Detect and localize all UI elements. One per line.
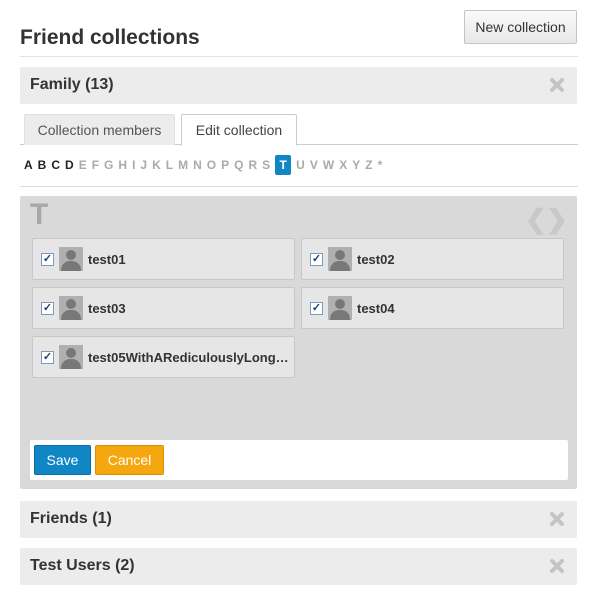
alphabet-letter-c[interactable]: C <box>51 158 60 172</box>
member-item[interactable]: ✓ test04 <box>301 287 564 329</box>
new-collection-button[interactable]: New collection <box>464 10 577 44</box>
alphabet-letter-d[interactable]: D <box>65 158 74 172</box>
save-button[interactable]: Save <box>34 445 91 475</box>
alphabet-letter-z[interactable]: Z <box>365 158 372 172</box>
checkbox-icon[interactable]: ✓ <box>310 302 323 315</box>
member-name: test03 <box>88 301 126 316</box>
checkbox-icon[interactable]: ✓ <box>41 351 54 364</box>
member-item[interactable]: ✓ test03 <box>32 287 295 329</box>
checkbox-icon[interactable]: ✓ <box>41 253 54 266</box>
member-name: test02 <box>357 252 395 267</box>
tab-edit-collection[interactable]: Edit collection <box>181 114 297 146</box>
action-bar: Save Cancel <box>30 440 568 480</box>
member-name: test01 <box>88 252 126 267</box>
checkbox-icon[interactable]: ✓ <box>41 302 54 315</box>
alphabet-letter-v[interactable]: V <box>310 158 318 172</box>
tab-collection-members[interactable]: Collection members <box>24 114 175 145</box>
checkbox-icon[interactable]: ✓ <box>310 253 323 266</box>
alphabet-letter-q[interactable]: Q <box>234 158 243 172</box>
alphabet-letter-all[interactable]: * <box>378 158 383 172</box>
prev-page-icon[interactable]: ❮ <box>525 204 547 235</box>
collection-tabs: Collection members Edit collection <box>20 113 578 146</box>
alphabet-letter-t[interactable]: T <box>275 155 292 175</box>
alphabet-letter-x[interactable]: X <box>339 158 347 172</box>
member-name: test04 <box>357 301 395 316</box>
member-name: test05WithARediculouslyLong… <box>88 350 289 365</box>
collection-name: Friends (1) <box>30 510 112 527</box>
alphabet-letter-f[interactable]: F <box>92 158 99 172</box>
alphabet-letter-a[interactable]: A <box>24 158 33 172</box>
alphabet-letter-s[interactable]: S <box>262 158 270 172</box>
alphabet-letter-o[interactable]: O <box>207 158 216 172</box>
user-avatar-icon <box>328 296 352 320</box>
title-divider <box>20 56 578 57</box>
alphabet-letter-g[interactable]: G <box>104 158 113 172</box>
edit-collection-panel: T ❮ ❯ ✓ test01 ✓ test02 ✓ test03 ✓ test0… <box>20 196 577 489</box>
alphabet-letter-r[interactable]: R <box>248 158 257 172</box>
alphabet-letter-b[interactable]: B <box>38 158 47 172</box>
alphabet-letter-m[interactable]: M <box>178 158 188 172</box>
collection-header-family[interactable]: Family (13) <box>20 67 577 104</box>
alphabet-letter-h[interactable]: H <box>118 158 127 172</box>
alphabet-letter-w[interactable]: W <box>323 158 334 172</box>
alphabet-filter: A B C D E F G H I J K L M N O P Q R S T U V W X Y Z * <box>24 155 387 175</box>
collection-header-friends[interactable]: Friends (1) <box>20 501 577 538</box>
alphabet-letter-l[interactable]: L <box>166 158 173 172</box>
alphabet-letter-u[interactable]: U <box>296 158 305 172</box>
collection-header-test-users[interactable]: Test Users (2) <box>20 548 577 585</box>
next-page-icon[interactable]: ❯ <box>546 204 568 235</box>
user-avatar-icon <box>59 296 83 320</box>
member-item[interactable]: ✓ test01 <box>32 238 295 280</box>
user-avatar-icon <box>59 345 83 369</box>
cancel-button[interactable]: Cancel <box>95 445 164 475</box>
collection-name: Test Users (2) <box>30 557 135 574</box>
alphabet-letter-k[interactable]: K <box>152 158 161 172</box>
close-icon[interactable] <box>549 77 565 93</box>
close-icon[interactable] <box>549 558 565 574</box>
alphabet-letter-n[interactable]: N <box>193 158 202 172</box>
alphabet-letter-j[interactable]: J <box>140 158 147 172</box>
member-item[interactable]: ✓ test05WithARediculouslyLong… <box>32 336 295 378</box>
page-title: Friend collections <box>20 26 200 49</box>
member-item[interactable]: ✓ test02 <box>301 238 564 280</box>
user-avatar-icon <box>328 247 352 271</box>
alphabet-letter-e[interactable]: E <box>79 158 87 172</box>
alphabet-letter-p[interactable]: P <box>221 158 229 172</box>
alphabet-divider <box>20 186 578 187</box>
user-avatar-icon <box>59 247 83 271</box>
alphabet-letter-y[interactable]: Y <box>352 158 360 172</box>
collection-name: Family (13) <box>30 76 114 93</box>
alphabet-letter-i[interactable]: I <box>132 158 135 172</box>
current-letter-heading: T <box>30 198 49 231</box>
close-icon[interactable] <box>549 511 565 527</box>
